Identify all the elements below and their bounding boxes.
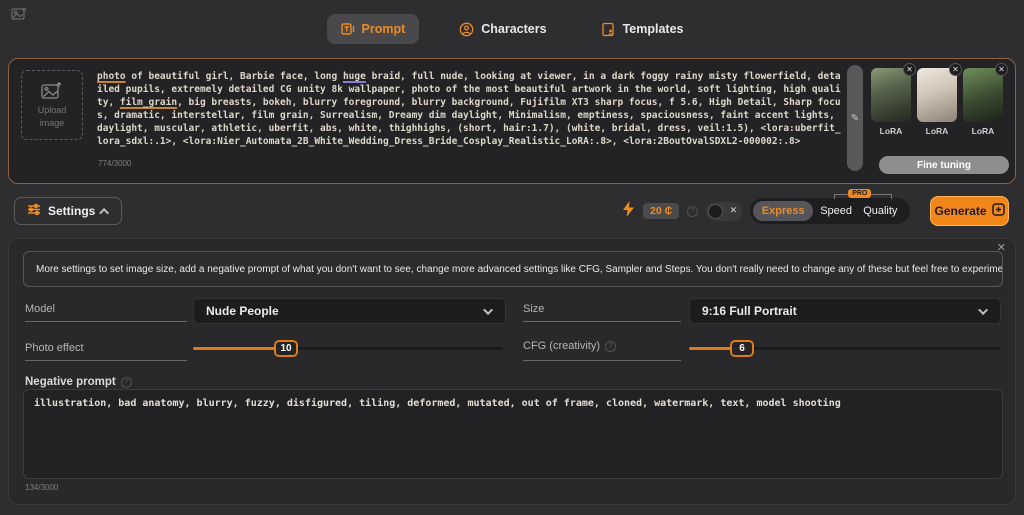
upload-label-line1: Upload: [37, 105, 67, 115]
generate-button[interactable]: Generate: [930, 196, 1009, 226]
slider-fill: [193, 347, 286, 350]
photo-effect-label-underline: [25, 360, 187, 361]
mode-speed[interactable]: Speed: [820, 198, 852, 224]
model-dropdown[interactable]: Nude People: [193, 298, 506, 324]
tab-characters-label: Characters: [481, 22, 547, 36]
model-label-underline: [25, 321, 187, 322]
negative-prompt-label: Negative prompt: [25, 376, 116, 388]
lora-item[interactable]: ✕ LoRA: [917, 63, 962, 136]
tab-characters[interactable]: Characters: [445, 14, 560, 45]
negative-prompt-info-icon[interactable]: ?: [120, 376, 132, 388]
prompt-segment: , big breasts, bokeh, blurry foreground,…: [97, 97, 841, 147]
chevron-down-icon: [483, 304, 494, 315]
photo-effect-label: Photo effect: [25, 342, 84, 354]
toolbar-right: 20 ₵ ? ✕ Express Speed PRO Quality: [622, 189, 911, 225]
lora-remove-icon[interactable]: ✕: [903, 63, 916, 76]
mode-express[interactable]: Express: [753, 201, 814, 221]
chevron-down-icon: [978, 304, 989, 315]
cfg-slider-handle[interactable]: 6: [730, 340, 755, 357]
info-icon[interactable]: ?: [687, 205, 699, 217]
generate-button-label: Generate: [934, 204, 987, 218]
prompt-segment: film_grain: [119, 97, 178, 108]
app-root: { "header": { "tabs": [ { "label": "Prom…: [0, 0, 1024, 515]
cfg-label-underline: [523, 360, 681, 361]
settings-sliders-icon: [27, 203, 41, 219]
pro-badge: PRO: [848, 189, 872, 198]
pencil-icon: ✎: [850, 112, 860, 124]
settings-description: More settings to set image size, add a n…: [23, 251, 1003, 287]
prompt-scrollbar[interactable]: ✎: [847, 65, 863, 171]
prompt-textarea[interactable]: photo of beautiful girl, Barbie face, lo…: [97, 70, 841, 158]
photo-effect-slider[interactable]: 10: [193, 340, 503, 357]
mode-quality[interactable]: Quality: [863, 198, 897, 224]
upload-image-dropzone[interactable]: Upload image: [21, 70, 83, 140]
lora-label: LoRA: [971, 126, 995, 136]
lora-column: ✕ LoRA ✕ LoRA ✕ LoRA: [871, 63, 1011, 136]
lora-thumbnail[interactable]: [871, 68, 911, 122]
cfg-info-icon[interactable]: ?: [605, 340, 616, 352]
photo-effect-slider-handle[interactable]: 10: [274, 340, 298, 357]
negative-prompt-label-row: Negative prompt ?: [25, 376, 132, 388]
lora-remove-icon[interactable]: ✕: [995, 63, 1008, 76]
lora-thumbnails-row: ✕ LoRA ✕ LoRA ✕ LoRA: [871, 63, 1011, 136]
toggle-knob: [708, 203, 724, 219]
size-dropdown[interactable]: 9:16 Full Portrait: [689, 298, 1001, 324]
templates-icon: [601, 22, 616, 37]
characters-icon: [459, 22, 474, 37]
cfg-slider[interactable]: 6: [689, 340, 1001, 357]
toggle-off-icon: ✕: [729, 204, 738, 215]
negative-prompt-textarea[interactable]: illustration, bad anatomy, blurry, fuzzy…: [23, 389, 1003, 479]
size-dropdown-value: 9:16 Full Portrait: [702, 304, 797, 318]
size-label: Size: [523, 303, 545, 315]
negative-prompt-counter: 134/3000: [25, 483, 59, 492]
cfg-label-row: CFG (creativity) ?: [523, 340, 616, 352]
tab-prompt[interactable]: Prompt: [326, 14, 420, 44]
top-tab-bar: Prompt Characters Templates: [0, 10, 1024, 48]
mode-toggle[interactable]: ✕: [706, 201, 743, 221]
lora-label: LoRA: [879, 126, 903, 136]
settings-button-label: Settings: [48, 204, 96, 218]
lightning-icon: [622, 200, 635, 222]
lora-thumbnail[interactable]: [963, 68, 1003, 122]
lora-remove-icon[interactable]: ✕: [949, 63, 962, 76]
model-dropdown-value: Nude People: [206, 304, 279, 318]
upload-image-icon: [41, 81, 63, 102]
prompt-segment: huge: [342, 71, 366, 82]
lora-item[interactable]: ✕ LoRA: [871, 63, 916, 136]
tab-templates-label: Templates: [622, 22, 684, 36]
lora-label: LoRA: [925, 126, 949, 136]
cfg-label: CFG (creativity): [523, 340, 600, 352]
model-label: Model: [25, 303, 55, 315]
tab-templates[interactable]: Templates: [587, 14, 698, 45]
credits-badge: 20 ₵: [643, 203, 680, 219]
prompt-segment: photo: [97, 71, 126, 82]
add-generation-icon: [991, 203, 1005, 219]
prompt-icon: [340, 22, 355, 36]
lora-item[interactable]: ✕ LoRA: [963, 63, 1008, 136]
prompt-segment: of beautiful girl, Barbie face, long: [125, 71, 343, 82]
mode-selector-group: Express Speed PRO Quality: [750, 189, 911, 224]
prompt-char-counter: 774/3000: [98, 159, 132, 168]
size-label-underline: [523, 321, 681, 322]
tab-prompt-label: Prompt: [361, 22, 406, 36]
upload-label-line2: image: [39, 118, 65, 128]
chevron-up-icon: [99, 207, 110, 218]
advanced-settings-panel: ✕ More settings to set image size, add a…: [8, 238, 1016, 505]
lora-thumbnail[interactable]: [917, 68, 957, 122]
prompt-panel: Upload image photo of beautiful girl, Ba…: [8, 58, 1016, 184]
fine-tuning-button[interactable]: Fine tuning: [879, 156, 1009, 174]
settings-toggle-button[interactable]: Settings: [14, 197, 123, 225]
